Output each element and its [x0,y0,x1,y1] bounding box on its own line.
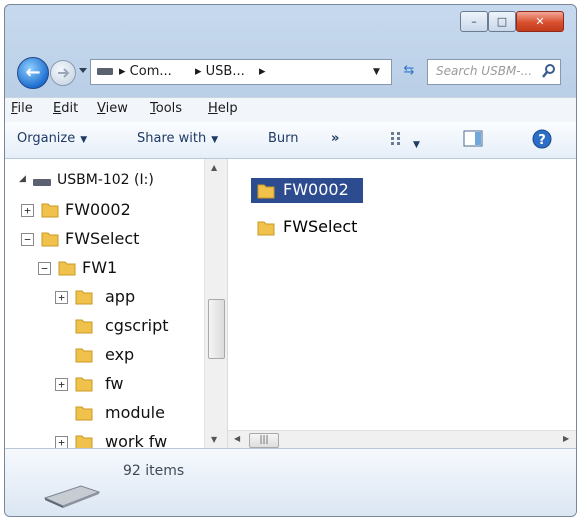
collapse-icon[interactable]: − [21,233,34,246]
tree-node[interactable]: module [55,402,195,426]
close-icon: ✕ [535,15,545,28]
navigation-scrollbar[interactable]: ▲ ▼ [204,159,227,448]
help-icon: ? [532,129,552,149]
drive-icon [33,179,51,186]
folder-icon [58,261,76,276]
folder-icon [75,377,93,392]
arrow-right-icon [58,68,70,78]
chevron-down-icon: ▼ [211,135,219,145]
folder-icon [75,290,93,305]
menu-tools[interactable]: Tools [150,101,182,116]
tree-node[interactable]: + FW0002 [21,199,201,223]
scrollbar-thumb[interactable]: ||| [249,433,279,448]
details-pane: 92 items [5,448,576,516]
chevron-down-icon: ▼ [80,135,88,145]
breadcrumb-computer[interactable]: ▸ Com... [119,64,172,79]
scroll-left-icon[interactable]: ◀ [234,434,240,443]
tree-node[interactable]: + app [55,286,195,310]
address-dropdown-icon[interactable]: ▼ [373,67,380,77]
folder-icon [41,232,59,247]
close-button[interactable]: ✕ [516,11,564,32]
menu-file[interactable]: File [11,101,33,116]
folder-icon [75,319,93,334]
folder-icon [41,203,59,218]
drive-icon [97,68,113,75]
usb-drive-icon [43,485,101,508]
navigation-pane: ◢ USBM-102 (I:) + FW0002 − FWSelect − FW… [5,159,228,451]
chevron-down-icon: ▼ [413,140,420,150]
scroll-up-icon[interactable]: ▲ [211,163,217,172]
tree-node[interactable]: − FWSelect [21,228,201,252]
breadcrumb-more[interactable]: ▸ [259,64,266,79]
maximize-button[interactable]: □ [488,11,516,32]
breadcrumb-usb[interactable]: ▸ USB... [195,64,245,79]
change-view-button[interactable]: ▼ [390,131,420,151]
arrow-left-icon: ← [25,62,41,83]
expand-icon[interactable]: + [21,204,34,217]
refresh-icon: ⇆ [403,63,415,78]
menu-help[interactable]: Help [208,101,238,116]
svg-text:?: ? [538,133,546,148]
tree-node[interactable]: cgscript [55,315,195,339]
tree-node[interactable]: + fw [55,373,195,397]
minimize-icon: – [471,15,477,28]
folder-icon [257,184,275,199]
collapse-arrow-icon[interactable]: ◢ [19,174,26,184]
burn-button[interactable]: Burn [268,131,299,146]
search-icon [542,64,555,78]
scrollbar-thumb[interactable] [208,299,225,359]
file-item-fw0002[interactable]: FW0002 [251,178,363,203]
refresh-button[interactable]: ⇆ [397,59,421,83]
scroll-down-icon[interactable]: ▼ [211,435,217,444]
menu-bar: File Edit View Tools Help [5,97,576,122]
maximize-icon: □ [496,15,508,28]
scroll-right-icon[interactable]: ▶ [563,434,569,443]
help-button[interactable]: ? [532,129,552,153]
item-count: 92 items [123,463,185,479]
minimize-button[interactable]: – [460,11,488,32]
file-list-scrollbar[interactable]: ◀ ||| ▶ [228,430,576,449]
file-item-fwselect[interactable]: FWSelect [251,215,381,240]
tree-node[interactable]: − FW1 [38,257,198,281]
folder-icon [75,406,93,421]
view-options-icon [391,132,400,145]
recent-pages-dropdown[interactable] [79,68,87,73]
expand-icon[interactable]: + [55,378,68,391]
search-box[interactable]: Search USBM-... [427,59,561,85]
tree-node[interactable]: exp [55,344,195,368]
collapse-icon[interactable]: − [38,262,51,275]
menu-edit[interactable]: Edit [53,101,78,116]
address-bar[interactable]: ▸ Com... ▸ USB... ▸ ▼ [90,59,392,85]
share-with-button[interactable]: Share with ▼ [137,131,218,146]
command-bar: Organize ▼ Share with ▼ Burn » ▼ ? [5,122,576,159]
file-list: FW0002 FWSelect [228,159,576,448]
folder-icon [257,221,275,236]
tree-node-drive[interactable]: ◢ USBM-102 (I:) [19,170,199,194]
preview-pane-button[interactable] [463,130,483,151]
expand-icon[interactable]: + [55,291,68,304]
more-commands-button[interactable]: » [331,131,339,146]
back-button[interactable]: ← [17,57,49,89]
search-input[interactable]: Search USBM-... [436,64,532,78]
explorer-window: – □ ✕ ← ▸ Com... ▸ USB... ▸ ▼ ⇆ Search U… [4,4,577,517]
folder-icon [75,348,93,363]
organize-button[interactable]: Organize ▼ [17,131,87,146]
preview-pane-icon [463,130,483,147]
menu-view[interactable]: View [97,101,128,116]
forward-button[interactable] [50,60,76,86]
